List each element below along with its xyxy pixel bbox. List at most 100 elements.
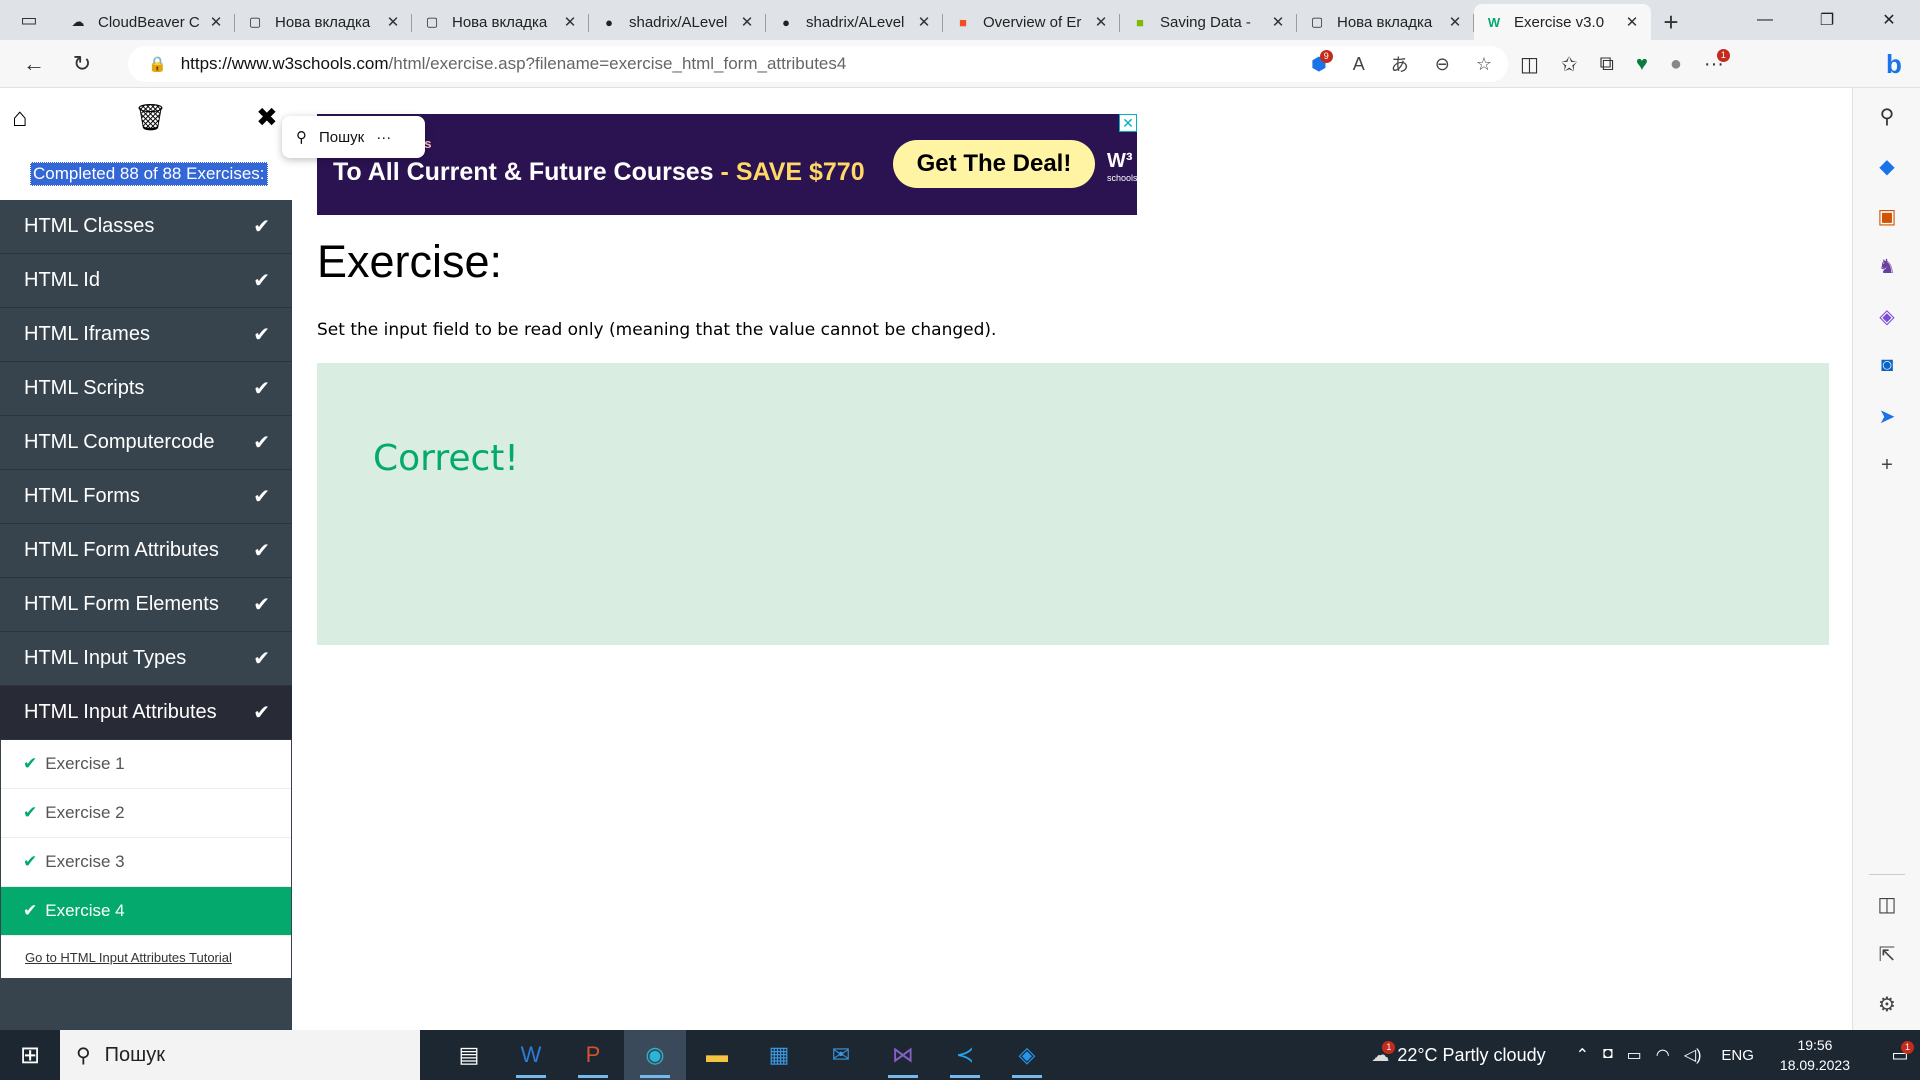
microsoft365-icon[interactable]: ◈	[1853, 304, 1920, 329]
browser-tab[interactable]: ■ Saving Data - ✕	[1120, 4, 1297, 40]
trash-icon[interactable]: 🗑	[134, 102, 167, 133]
close-tab-icon[interactable]: ✕	[738, 13, 756, 31]
topic-item[interactable]: HTML Input Types ✔	[0, 632, 292, 686]
close-tab-icon[interactable]: ✕	[915, 13, 933, 31]
settings-menu-icon[interactable]: ··· 1	[1704, 48, 1730, 76]
checkmark-icon: ✔	[253, 324, 270, 346]
sidebar-toggle-icon[interactable]: ◫	[1853, 892, 1920, 917]
notifications-icon[interactable]: ▭ 1	[1880, 1040, 1920, 1066]
gear-icon[interactable]: ⚙	[1853, 992, 1920, 1017]
address-bar[interactable]: 🔒 https://www.w3schools.com/html/exercis…	[128, 46, 1508, 82]
chevron-up-icon[interactable]: ⌃	[1576, 1045, 1589, 1065]
wifi-icon[interactable]: ◠	[1656, 1045, 1670, 1065]
windows-start-icon[interactable]: ⊞	[0, 1041, 60, 1070]
topic-item[interactable]: HTML Forms ✔	[0, 470, 292, 524]
collections-icon[interactable]: ⧉	[1600, 53, 1614, 76]
browser-tab[interactable]: ▢ Нова вкладка ✕	[235, 4, 412, 40]
profile-avatar[interactable]: ●	[1670, 53, 1682, 76]
close-icon[interactable]: ✖	[256, 102, 278, 133]
read-aloud-icon[interactable]: A	[1353, 54, 1365, 75]
powerpoint-icon[interactable]: P	[562, 1030, 624, 1080]
file-explorer-icon[interactable]: ▬	[686, 1030, 748, 1080]
camera-icon[interactable]: ◘	[1603, 1045, 1613, 1065]
performance-icon[interactable]: ♥	[1636, 53, 1648, 76]
browser-tab[interactable]: ■ Overview of Er ✕	[943, 4, 1120, 40]
close-tab-icon[interactable]: ✕	[1446, 13, 1464, 31]
topic-item-open[interactable]: HTML Input Attributes ✔	[0, 686, 292, 740]
get-deal-button[interactable]: Get The Deal!	[893, 140, 1095, 188]
home-icon[interactable]: ⌂	[12, 102, 28, 133]
favorite-star-icon[interactable]: ☆	[1476, 54, 1492, 75]
ad-close-icon[interactable]: ✕	[1119, 114, 1137, 132]
task-view-icon[interactable]: ▤	[438, 1030, 500, 1080]
exercise-item[interactable]: ✔ Exercise 2	[1, 789, 291, 838]
refresh-icon[interactable]: ↻	[58, 44, 106, 84]
exercise-item-active[interactable]: ✔ Exercise 4	[1, 887, 291, 936]
clock[interactable]: 19:56 18.09.2023	[1780, 1035, 1850, 1075]
close-window-icon[interactable]: ✕	[1858, 10, 1920, 30]
games-icon[interactable]: ♞	[1853, 254, 1920, 279]
topic-item[interactable]: HTML Form Attributes ✔	[0, 524, 292, 578]
tutorial-link[interactable]: Go to HTML Input Attributes Tutorial	[1, 936, 291, 978]
url-text[interactable]: https://www.w3schools.com/html/exercise.…	[181, 54, 847, 74]
outlook-icon[interactable]: ◙	[1853, 354, 1920, 377]
back-icon[interactable]: ←	[10, 44, 58, 84]
browser-tab-active[interactable]: W Exercise v3.0 ✕	[1474, 4, 1651, 40]
extension-icon[interactable]: ⬢ 9	[1311, 49, 1333, 75]
zoom-out-icon[interactable]: ⊖	[1435, 54, 1450, 75]
taskbar-search[interactable]: ⚲ Пошук	[60, 1030, 420, 1080]
add-icon[interactable]: +	[1853, 454, 1920, 477]
weather-cloud-icon: ☁ 1	[1371, 1040, 1396, 1066]
close-tab-icon[interactable]: ✕	[384, 13, 402, 31]
lock-icon[interactable]: 🔒	[148, 55, 167, 73]
weather-widget[interactable]: ☁ 1 22°C Partly cloudy	[1371, 1040, 1546, 1066]
mail-icon[interactable]: ✉	[810, 1030, 872, 1080]
split-screen-icon[interactable]: ◫	[1520, 52, 1539, 77]
close-tab-icon[interactable]: ✕	[207, 13, 225, 31]
result-panel: Correct!	[317, 363, 1829, 645]
close-tab-icon[interactable]: ✕	[1269, 13, 1287, 31]
topic-item[interactable]: HTML Iframes ✔	[0, 308, 292, 362]
topic-item[interactable]: HTML Computercode ✔	[0, 416, 292, 470]
language-indicator[interactable]: ENG	[1721, 1047, 1754, 1064]
browser-tab[interactable]: ☁ CloudBeaver C ✕	[58, 4, 235, 40]
search-icon: ⚲	[296, 129, 307, 146]
tools-icon[interactable]: ▣	[1853, 204, 1920, 229]
close-tab-icon[interactable]: ✕	[1623, 13, 1641, 31]
bing-copilot-icon[interactable]: b	[1874, 44, 1914, 84]
maximize-icon[interactable]: ❐	[1796, 10, 1858, 30]
shopping-tag-icon[interactable]: ◆	[1853, 154, 1920, 179]
close-tab-icon[interactable]: ✕	[561, 13, 579, 31]
close-tab-icon[interactable]: ✕	[1092, 13, 1110, 31]
battery-icon[interactable]: ▭	[1627, 1045, 1642, 1065]
exercise-item[interactable]: ✔ Exercise 3	[1, 838, 291, 887]
vscode-icon[interactable]: ≺	[934, 1030, 996, 1080]
tab-actions-icon[interactable]: ▭	[0, 0, 58, 40]
browser-tab[interactable]: ● shadrix/ALevel ✕	[766, 4, 943, 40]
checkmark-icon: ✔	[253, 270, 270, 292]
send-icon[interactable]: ➤	[1853, 404, 1920, 429]
volume-icon[interactable]: ◁)	[1684, 1045, 1702, 1065]
docker-icon[interactable]: ◈	[996, 1030, 1058, 1080]
topic-item[interactable]: HTML Id ✔	[0, 254, 292, 308]
open-external-icon[interactable]: ⇱	[1853, 942, 1920, 967]
search-icon[interactable]: ⚲	[1853, 104, 1920, 129]
exercise-item[interactable]: ✔ Exercise 1	[1, 740, 291, 789]
browser-tab[interactable]: ▢ Нова вкладка ✕	[412, 4, 589, 40]
topic-item[interactable]: HTML Classes ✔	[0, 200, 292, 254]
favorites-icon[interactable]: ✩	[1561, 52, 1578, 77]
visual-studio-icon[interactable]: ⋈	[872, 1030, 934, 1080]
more-icon[interactable]: ···	[376, 129, 391, 146]
edge-icon[interactable]: ◉	[624, 1030, 686, 1080]
search-popup[interactable]: ⚲ Пошук ···	[282, 116, 425, 158]
word-icon[interactable]: W	[500, 1030, 562, 1080]
browser-tab[interactable]: ▢ Нова вкладка ✕	[1297, 4, 1474, 40]
minimize-icon[interactable]: —	[1734, 11, 1796, 29]
new-tab-button[interactable]: +	[1651, 4, 1691, 40]
browser-tab[interactable]: ● shadrix/ALevel ✕	[589, 4, 766, 40]
topic-item[interactable]: HTML Form Elements ✔	[0, 578, 292, 632]
store-icon[interactable]: ▦	[748, 1030, 810, 1080]
advertisement-banner[interactable]: ss To All Current & Future Courses - SAV…	[317, 114, 1137, 215]
translate-icon[interactable]: あ	[1391, 51, 1409, 77]
topic-item[interactable]: HTML Scripts ✔	[0, 362, 292, 416]
